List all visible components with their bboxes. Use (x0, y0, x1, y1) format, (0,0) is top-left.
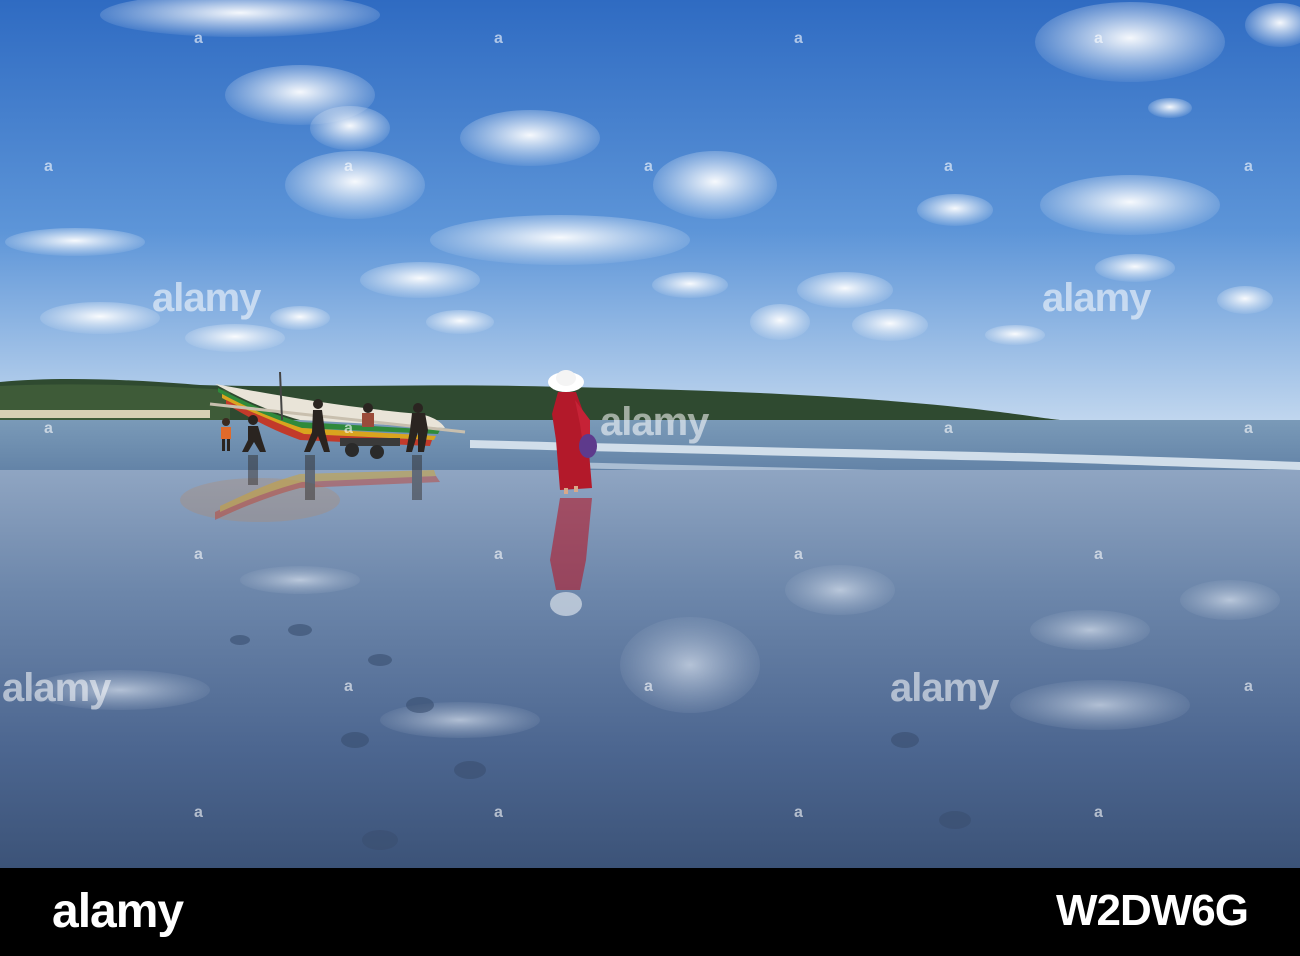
watermark-mark: a (1094, 546, 1103, 563)
watermark-mark: a (1244, 420, 1253, 437)
watermark-alamy: alamy (152, 276, 261, 320)
watermark-mark: a (344, 420, 353, 437)
watermark-mark: a (794, 546, 803, 563)
watermark-mark: a (944, 420, 953, 437)
image-id: W2DW6G (1056, 886, 1249, 935)
watermark-mark: a (794, 30, 803, 47)
watermark-mark: a (644, 158, 653, 175)
watermark-mark: a (344, 678, 353, 695)
watermark-mark: a (494, 546, 503, 563)
stage: alamy alamy alamy alamy alamy a a a a a … (0, 0, 1300, 956)
beach-photo: alamy alamy alamy alamy alamy a a a a a … (0, 0, 1300, 868)
distant-beach (0, 410, 210, 418)
watermark-mark: a (944, 158, 953, 175)
watermark-mark: a (344, 158, 353, 175)
watermark-mark: a (44, 158, 53, 175)
watermark-mark: a (1244, 158, 1253, 175)
watermark-mark: a (1244, 678, 1253, 695)
watermark-mark: a (194, 546, 203, 563)
watermark-mark: a (494, 804, 503, 821)
watermark-mark: a (494, 30, 503, 47)
watermark-mark: a (44, 420, 53, 437)
watermark-mark: a (194, 804, 203, 821)
watermark-alamy: alamy (1042, 276, 1151, 320)
watermark-alamy: alamy (600, 400, 709, 444)
watermark-mark: a (644, 678, 653, 695)
watermark-mark: a (794, 804, 803, 821)
watermark-mark: a (194, 30, 203, 47)
watermark-alamy: alamy (2, 666, 111, 710)
watermark-mark: a (1094, 804, 1103, 821)
alamy-logo: alamy (52, 885, 184, 938)
watermark-mark: a (1094, 30, 1103, 47)
footer-bar: alamy W2DW6G (0, 868, 1300, 956)
watermark-alamy: alamy (890, 666, 999, 710)
